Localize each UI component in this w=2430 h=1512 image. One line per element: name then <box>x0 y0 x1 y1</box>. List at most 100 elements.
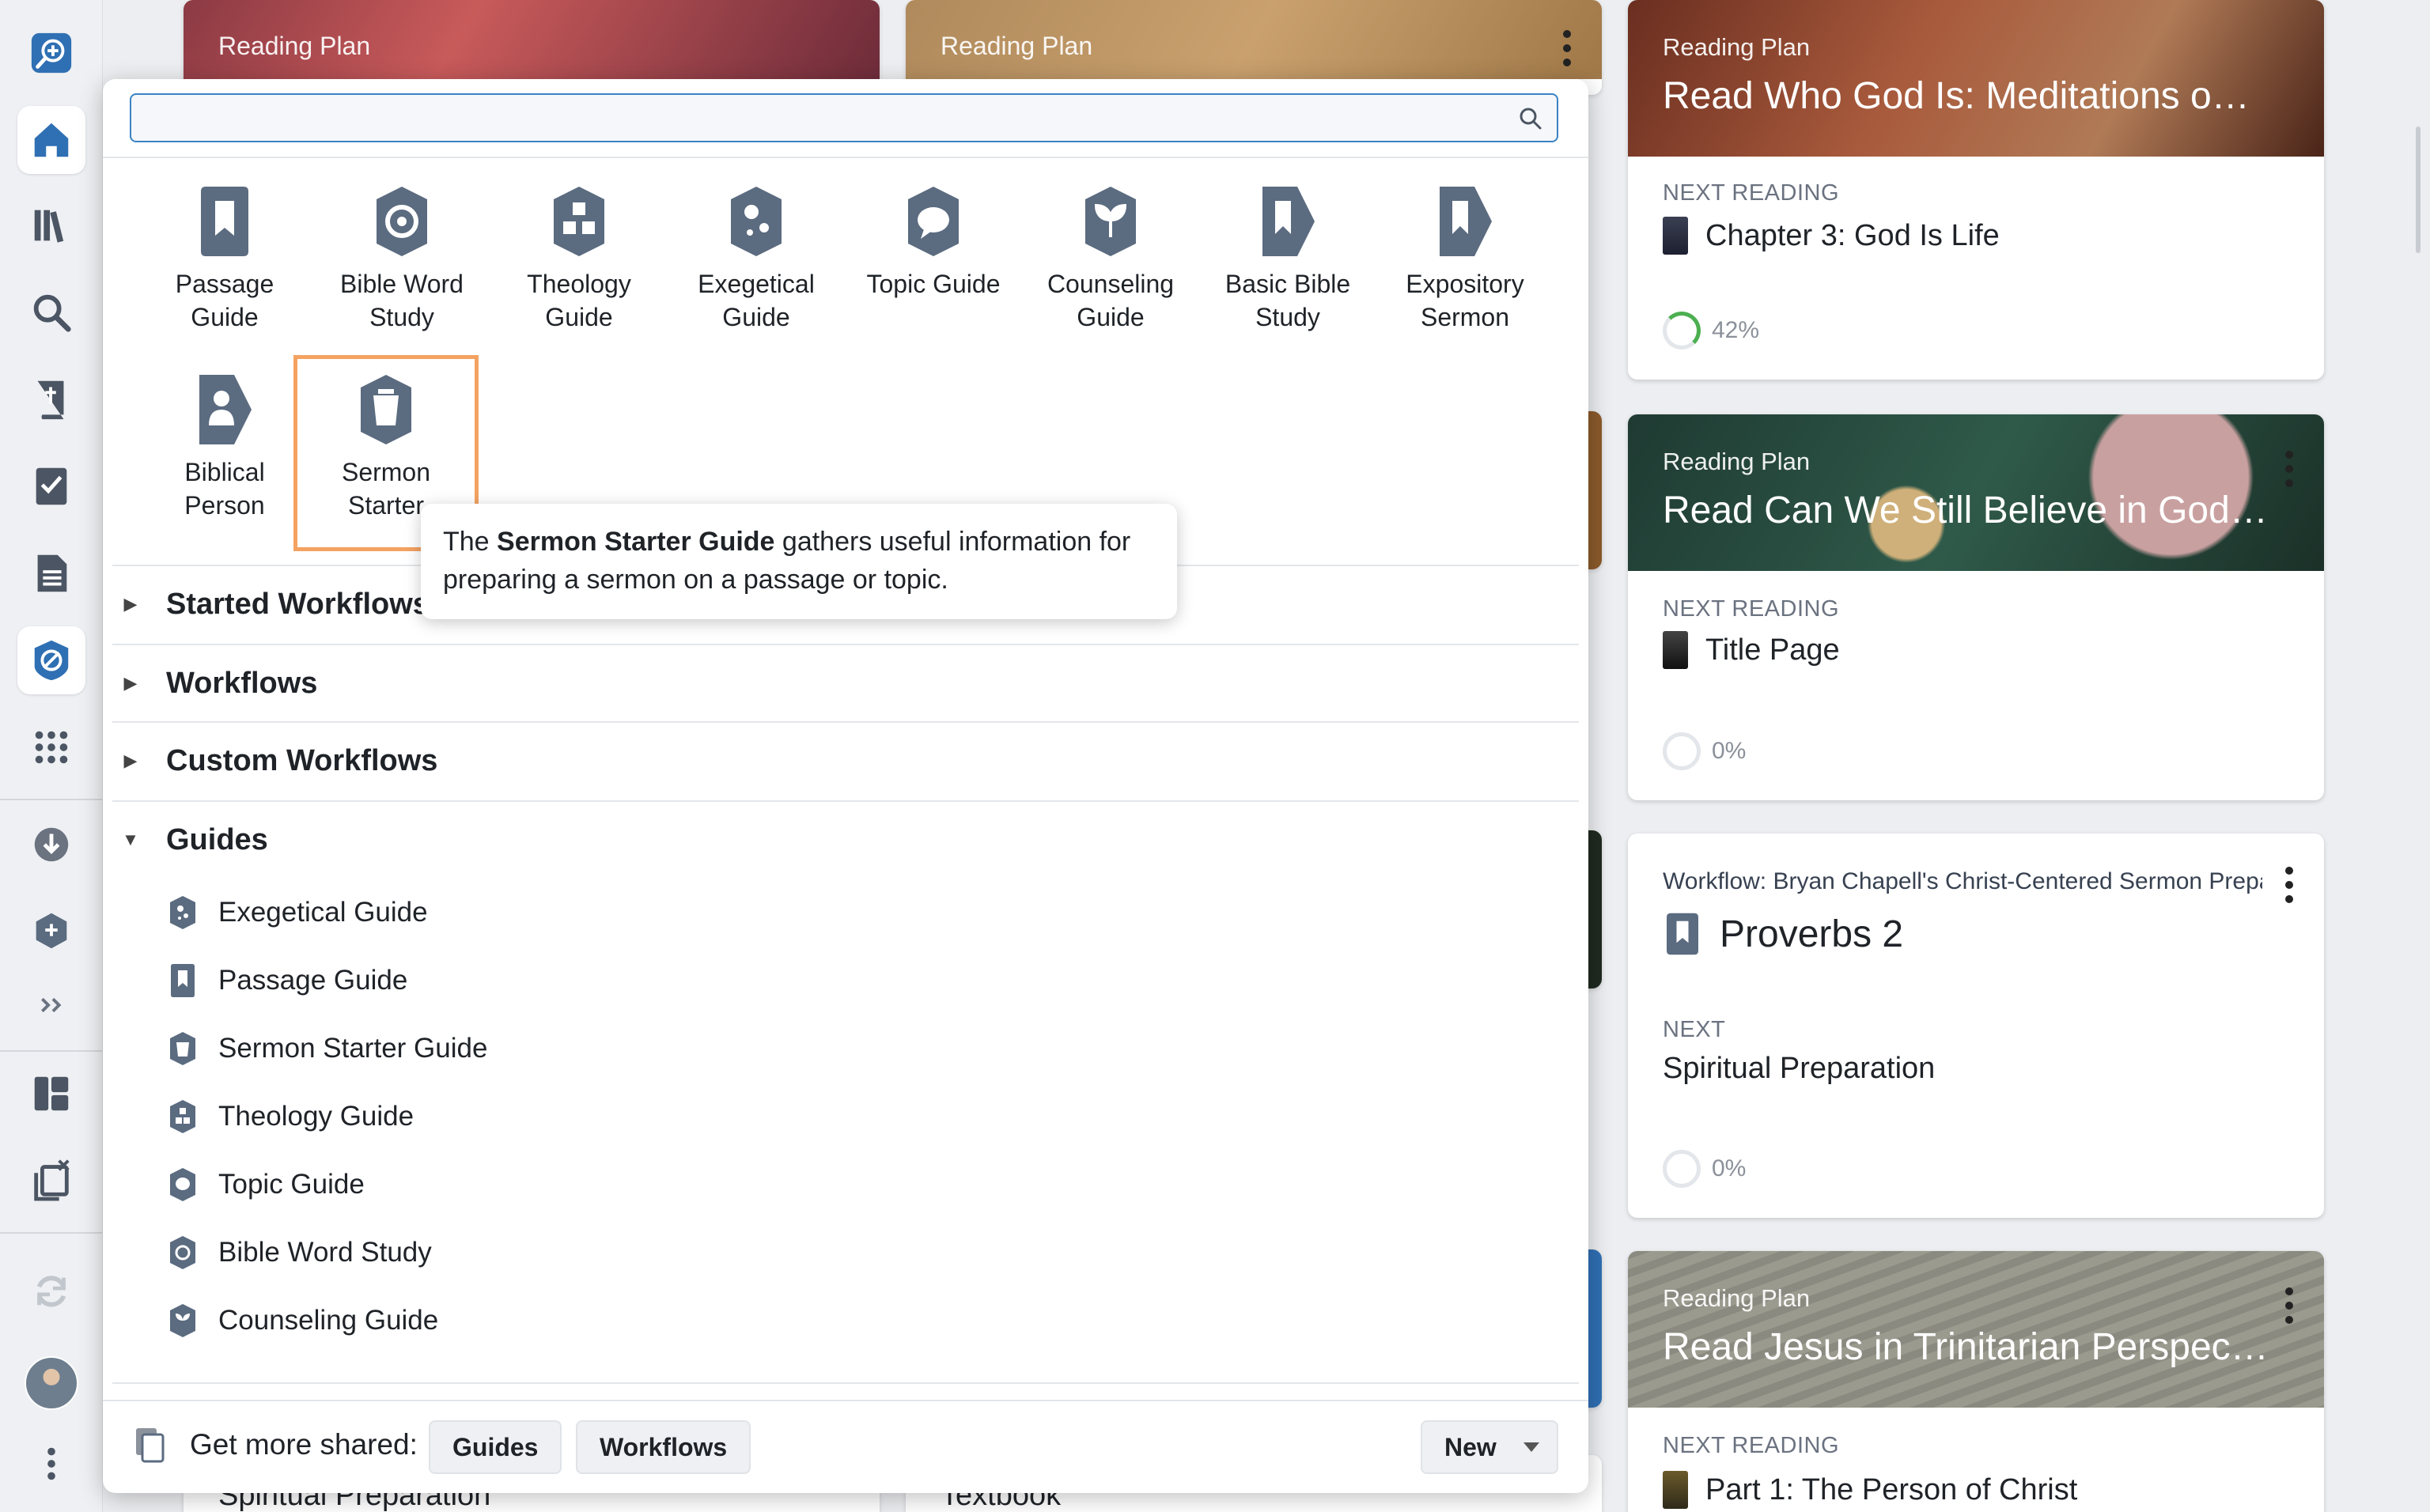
tile-bible-word-study[interactable]: Bible Word Study <box>315 185 489 367</box>
scrollbar-thumb[interactable] <box>2416 127 2421 253</box>
sync-icon[interactable] <box>17 1257 85 1325</box>
guide-item-passage-guide[interactable]: Passage Guide <box>168 957 407 1004</box>
rail-divider <box>0 1050 103 1052</box>
tile-exegetical-guide[interactable]: Exegetical Guide <box>669 185 843 367</box>
card-title[interactable]: Read Can We Still Believe in God?:... <box>1663 489 2269 532</box>
checklist-icon[interactable] <box>17 452 85 520</box>
tooltip-bold-text: Sermon Starter Guide <box>497 527 775 557</box>
guide-item-bible-word-study[interactable]: Bible Word Study <box>168 1229 432 1276</box>
chevron-down-icon: ▼ <box>122 830 139 849</box>
section-title: Guides <box>166 822 268 856</box>
next-reading-title: Chapter 3: God Is Life <box>1705 218 2000 252</box>
home-icon[interactable] <box>17 106 85 174</box>
shared-workflows-button[interactable]: Workflows <box>576 1420 751 1474</box>
tile-basic-bible-study[interactable]: Basic Bible Study <box>1201 185 1375 367</box>
document-icon[interactable] <box>17 539 85 607</box>
tile-label: Study <box>1255 303 1320 331</box>
card-label: Reading Plan <box>1663 1284 1811 1312</box>
tile-biblical-person[interactable]: Biblical Person <box>138 373 312 555</box>
download-icon[interactable] <box>17 811 85 879</box>
tooltip-text: The <box>443 527 498 557</box>
counseling-guide-icon <box>170 1304 195 1337</box>
guides-icon[interactable] <box>17 626 85 694</box>
book-thumbnail <box>1663 631 1688 669</box>
reading-plan-card[interactable]: Reading Plan Read Can We Still Believe i… <box>1628 414 2324 800</box>
next-reading-label: NEXT READING <box>1663 180 1840 206</box>
app-logo-icon[interactable] <box>17 19 85 87</box>
progress-indicator: 42% <box>1663 312 1759 350</box>
guide-item-label: Topic Guide <box>218 1169 365 1200</box>
card-title[interactable]: Read Jesus in Trinitarian Perspect... <box>1663 1325 2269 1369</box>
tile-counseling-guide[interactable]: Counseling Guide <box>1024 185 1198 367</box>
passage-guide-icon <box>1667 913 1698 955</box>
next-reading-title: Title Page <box>1705 633 1840 667</box>
tile-passage-guide[interactable]: Passage Guide <box>138 185 312 367</box>
search-icon[interactable] <box>1517 105 1544 132</box>
card-menu-icon[interactable] <box>2284 451 2294 487</box>
next-step[interactable]: Spiritual Preparation <box>1663 1052 1935 1086</box>
workflow-title-row[interactable]: Proverbs 2 <box>1663 911 1903 957</box>
guide-item-exegetical-guide[interactable]: Exegetical Guide <box>168 889 428 936</box>
divider <box>112 1382 1579 1384</box>
progress-text: 42% <box>1712 317 1760 343</box>
card-label: Reading Plan <box>941 32 1093 60</box>
guide-item-sermon-starter-guide[interactable]: Sermon Starter Guide <box>168 1025 487 1072</box>
card-hero-image: Reading Plan <box>906 0 1602 79</box>
reading-plan-card[interactable]: Reading Plan Read Jesus in Trinitarian P… <box>1628 1251 2324 1512</box>
apps-grid-icon[interactable] <box>17 713 85 781</box>
workflow-title: Proverbs 2 <box>1720 913 1904 955</box>
layout-icon[interactable] <box>17 1060 85 1128</box>
tile-label: Topic Guide <box>866 270 1001 298</box>
tile-label: Sermon <box>1420 303 1510 331</box>
reading-plan-card[interactable]: Reading Plan Read Who God Is: Meditation… <box>1628 0 2324 380</box>
card-title[interactable]: Read Who God Is: Meditations on ... <box>1663 74 2269 118</box>
sermon-starter-icon <box>170 1032 195 1065</box>
shared-guides-button[interactable]: Guides <box>429 1420 562 1474</box>
exegetical-guide-icon <box>170 896 195 929</box>
shared-copy-icon <box>136 1428 165 1463</box>
card-menu-icon[interactable] <box>2284 867 2294 903</box>
tile-label: Expository <box>1406 270 1524 298</box>
theology-guide-icon <box>170 1100 195 1133</box>
section-custom-workflows[interactable]: ▶ Custom Workflows <box>112 721 1579 799</box>
workflow-card[interactable]: Workflow: Bryan Chapell's Christ-Centere… <box>1628 833 2324 1218</box>
sort-dropdown[interactable]: New <box>1421 1420 1558 1474</box>
next-reading-item[interactable]: Part 1: The Person of Christ <box>1663 1471 2077 1509</box>
more-icon[interactable] <box>17 1430 85 1498</box>
bible-icon[interactable] <box>17 365 85 433</box>
search-field[interactable] <box>130 93 1558 142</box>
tile-expository-sermon[interactable]: Expository Sermon <box>1378 185 1552 367</box>
guide-item-theology-guide[interactable]: Theology Guide <box>168 1093 414 1140</box>
expand-icon[interactable] <box>17 971 85 1039</box>
progress-text: 0% <box>1712 1155 1747 1181</box>
chevron-right-icon: ▶ <box>123 594 138 614</box>
card-hero-image: Reading Plan Read Jesus in Trinitarian P… <box>1628 1251 2324 1408</box>
chevron-down-icon <box>1523 1442 1539 1452</box>
section-title: Custom Workflows <box>166 743 438 777</box>
guides-panel: Passage Guide Bible Word Study Theology … <box>103 79 1588 1493</box>
passage-guide-icon <box>171 964 195 997</box>
search-icon[interactable] <box>17 278 85 346</box>
section-workflows[interactable]: ▶ Workflows <box>112 644 1579 721</box>
avatar[interactable] <box>25 1356 78 1410</box>
search-input[interactable] <box>131 95 1557 141</box>
card-menu-icon[interactable] <box>2284 1287 2294 1324</box>
tile-theology-guide[interactable]: Theology Guide <box>492 185 666 367</box>
tile-label: Basic Bible <box>1224 270 1351 298</box>
guide-item-topic-guide[interactable]: Topic Guide <box>168 1161 365 1208</box>
next-reading-item[interactable]: Chapter 3: God Is Life <box>1663 217 2000 255</box>
guide-item-label: Sermon Starter Guide <box>218 1033 488 1064</box>
hex-add-icon[interactable] <box>17 898 85 966</box>
expository-sermon-icon <box>1440 187 1492 256</box>
guide-item-counseling-guide[interactable]: Counseling Guide <box>168 1297 438 1344</box>
book-thumbnail <box>1663 1471 1688 1509</box>
tile-topic-guide[interactable]: Topic Guide <box>846 185 1020 367</box>
card-menu-icon[interactable] <box>1562 30 1572 66</box>
section-guides[interactable]: ▼ Guides <box>112 800 1579 878</box>
left-rail <box>0 0 103 1512</box>
tile-tooltip: The Sermon Starter Guide gathers useful … <box>421 504 1177 619</box>
library-icon[interactable] <box>17 191 85 259</box>
chevron-right-icon: ▶ <box>123 673 138 693</box>
next-reading-item[interactable]: Title Page <box>1663 631 1840 669</box>
close-panels-icon[interactable] <box>17 1145 85 1213</box>
